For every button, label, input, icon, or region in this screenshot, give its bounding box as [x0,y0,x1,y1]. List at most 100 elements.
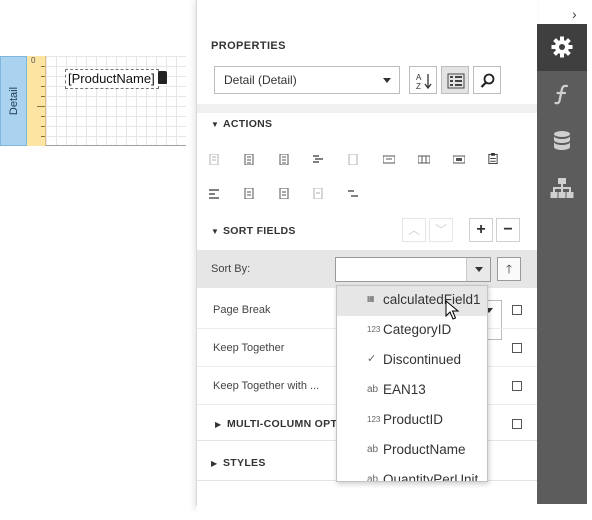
hierarchy-icon [550,178,574,198]
size-both-action-icon[interactable] [418,154,430,165]
chevron-down-icon [475,267,483,272]
actions-title: ACTIONS [223,118,273,130]
sort-alphabetical-button[interactable]: A Z [409,66,437,94]
band-grid[interactable]: [ProductName] [46,56,186,146]
outdent-action-icon[interactable] [209,188,219,199]
string-field-icon: ab [367,474,379,482]
list-item-ProductID[interactable]: 123 ProductID [337,406,487,436]
function-icon [554,84,569,105]
list-item-label: EAN13 [383,382,426,397]
multi-column-section-header[interactable]: ▶ MULTI-COLUMN OPTIC [215,418,348,430]
group-action-icon[interactable] [313,188,323,199]
vertical-ruler: 0 [27,56,46,146]
keep-together-checkbox[interactable] [512,343,522,353]
sort-fields-section-header[interactable]: ▼ SORT FIELDS [211,225,296,237]
gear-icon [551,36,573,58]
designer-tab-rail [537,24,587,504]
expanded-triangle-icon: ▼ [211,120,220,129]
multi-column-checkbox[interactable] [512,419,522,429]
report-explorer-tab[interactable] [537,165,587,212]
report-design-surface[interactable]: Detail 0 [ProductName] [0,56,186,146]
collapsed-triangle-icon: ▶ [215,420,222,429]
list-item-calculatedField1[interactable]: ▦ calculatedField1 [337,286,487,316]
arrow-up-icon: 🡑 [505,262,513,276]
plus-icon: + [476,221,486,238]
boolean-field-icon: ✓ [367,353,377,365]
keep-together-with-label: Keep Together with ... [213,380,320,392]
add-sort-field-button[interactable]: + [469,218,493,242]
string-field-icon: ab [367,384,379,395]
styles-section-header[interactable]: ▶ STYLES [211,457,266,469]
page-break-checkbox[interactable] [512,305,522,315]
numeric-field-icon: 123 [367,415,381,424]
move-down-button[interactable]: ﹀ [429,218,453,242]
section-divider [197,104,537,113]
sort-by-row: Sort By: 🡑 [197,250,537,288]
product-name-label-control[interactable]: [ProductName] [65,69,159,89]
chevron-up-icon: ︿ [407,223,420,237]
list-item-EAN13[interactable]: ab EAN13 [337,376,487,406]
expressions-tab[interactable] [537,71,587,118]
field-list-tab[interactable] [537,118,587,165]
multi-column-title: MULTI-COLUMN OPTIC [227,418,349,430]
sort-by-label: Sort By: [211,263,251,275]
chevron-down-icon: ﹀ [434,223,447,237]
list-item-label: calculatedField1 [383,292,481,307]
torn-edge-decoration [196,506,592,520]
list-item-label: Discontinued [383,352,462,367]
categorized-view-button[interactable] [441,66,469,94]
align-center-action-icon[interactable] [244,154,254,165]
justify-action-icon[interactable] [348,154,358,165]
minus-icon: − [503,221,513,238]
page-break-label: Page Break [213,304,271,316]
database-icon [554,131,570,150]
list-item-ProductName[interactable]: ab ProductName [337,436,487,466]
ruler-zero-label: 0 [31,56,36,65]
svg-text:A: A [416,73,422,82]
actions-section-header[interactable]: ▼ ACTIONS [211,118,272,130]
sort-by-dropdown-button[interactable] [466,258,490,281]
collapse-panel-chevron-icon[interactable]: › [572,6,577,22]
object-selector-value: Detail (Detail) [224,73,297,87]
size-height-action-icon[interactable] [453,154,465,165]
list-item-label: ProductID [383,412,444,427]
sort-alphabetical-icon: A Z [416,73,432,90]
size-width-action-icon[interactable] [383,154,395,165]
sort-by-combobox[interactable] [335,257,491,282]
remove-sort-field-button[interactable]: − [496,218,520,242]
sort-field-dropdown-list[interactable]: ▦ calculatedField1 123 CategoryID ✓ Disc… [336,285,488,482]
search-icon [480,73,495,88]
list-item-QuantityPerUnit[interactable]: ab QuantityPerUnit [337,466,487,482]
string-field-icon: ab [367,444,379,455]
align-right-action-icon[interactable] [279,154,289,165]
sort-fields-title: SORT FIELDS [223,225,296,237]
list-item-label: QuantityPerUnit [383,472,479,482]
svg-text:Z: Z [416,82,421,90]
list-item-CategoryID[interactable]: 123 CategoryID [337,316,487,346]
detail-band-tab[interactable]: Detail [0,56,27,146]
search-properties-button[interactable] [473,66,501,94]
panel-title: PROPERTIES [211,40,286,52]
send-back-action-icon[interactable] [279,188,289,199]
align-left-action-icon[interactable] [209,154,219,165]
categorized-view-icon [447,73,465,89]
chevron-down-icon [383,78,391,83]
object-selector[interactable]: Detail (Detail) [214,66,400,94]
expanded-triangle-icon: ▼ [211,227,220,236]
clipboard-action-icon[interactable] [488,153,498,164]
list-item-Discontinued[interactable]: ✓ Discontinued [337,346,487,376]
numeric-field-icon: 123 [367,325,381,334]
indent-action-icon[interactable] [313,154,323,165]
move-up-button[interactable]: ︿ [402,218,426,242]
data-binding-icon[interactable] [158,71,167,84]
list-item-label: ProductName [383,442,466,457]
collapsed-triangle-icon: ▶ [211,459,218,468]
sort-order-button[interactable]: 🡑 [497,257,521,281]
calculated-field-icon: ▦ [367,294,375,303]
keep-together-label: Keep Together [213,342,285,354]
space-action-icon[interactable] [348,188,358,199]
properties-tab[interactable] [537,24,587,71]
keep-together-with-checkbox[interactable] [512,381,522,391]
bring-front-action-icon[interactable] [244,188,254,199]
band-label: Detail [7,86,20,116]
